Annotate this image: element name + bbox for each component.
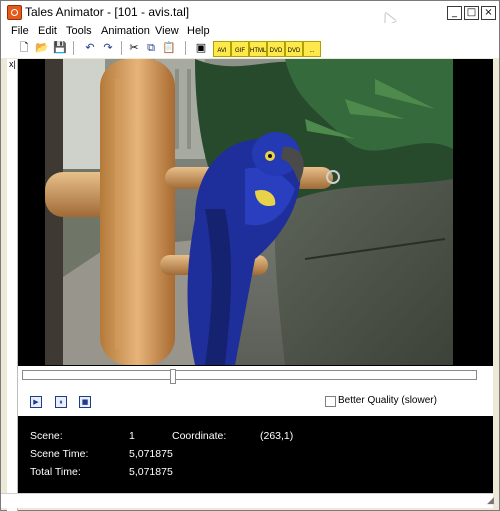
toolbar: 🗋 📂 💾 ↶ ↷ ✂ ⧉ 📋 ▣ AVI GIF HTML DVD DVD .… bbox=[1, 39, 499, 58]
left-panel bbox=[7, 59, 18, 511]
menu-view[interactable]: View bbox=[155, 25, 179, 37]
export-dvd-label: DVD bbox=[269, 48, 283, 54]
redo-icon[interactable]: ↷ bbox=[101, 41, 115, 55]
export-gif-icon[interactable]: GIF bbox=[231, 41, 249, 57]
info-panel: Scene: 1 Coordinate: (263,1) Scene Time:… bbox=[18, 416, 493, 493]
parrot-video-image bbox=[45, 59, 453, 365]
cut-icon[interactable]: ✂ bbox=[127, 41, 141, 55]
pause-button[interactable]: ⏸ bbox=[55, 396, 67, 408]
toolbar-separator bbox=[121, 41, 122, 55]
resize-grip-icon[interactable]: ◢ bbox=[487, 496, 499, 508]
timeline-area bbox=[18, 366, 493, 386]
better-quality-checkbox[interactable] bbox=[325, 396, 336, 407]
export-dvd-icon[interactable]: DVD bbox=[267, 41, 285, 57]
scene-value: 1 bbox=[129, 430, 135, 442]
export-html-label: HTML bbox=[250, 48, 267, 54]
menu-bar: File Edit Tools Animation View Help bbox=[1, 23, 499, 39]
total-time-label: Total Time: bbox=[30, 466, 81, 478]
scene-time-label: Scene Time: bbox=[30, 448, 89, 460]
maximize-button[interactable]: □ bbox=[464, 6, 479, 20]
panel-close-button[interactable]: x| bbox=[9, 59, 16, 69]
export-more-label: ... bbox=[309, 48, 315, 54]
timeline-slider-track[interactable] bbox=[22, 370, 477, 380]
window-title: Tales Animator - [101 - avis.tal] bbox=[25, 5, 190, 19]
menu-edit[interactable]: Edit bbox=[38, 25, 57, 37]
coordinate-label: Coordinate: bbox=[172, 430, 227, 442]
undo-icon[interactable]: ↶ bbox=[83, 41, 97, 55]
minimize-button[interactable]: _ bbox=[447, 6, 462, 20]
horizontal-scrollbar[interactable] bbox=[1, 493, 493, 508]
stop-button[interactable]: ■ bbox=[79, 396, 91, 408]
app-icon[interactable] bbox=[7, 5, 22, 20]
export-html-icon[interactable]: HTML bbox=[249, 41, 267, 57]
better-quality-label: Better Quality (slower) bbox=[338, 395, 437, 406]
scene-time-value: 5,071875 bbox=[129, 448, 173, 460]
total-time-value: 5,071875 bbox=[129, 466, 173, 478]
copy-icon[interactable]: ⧉ bbox=[144, 41, 158, 55]
app-window: Tales Animator - [101 - avis.tal] _ □ × … bbox=[0, 0, 500, 511]
menu-help[interactable]: Help bbox=[187, 25, 210, 37]
menu-file[interactable]: File bbox=[11, 25, 29, 37]
new-file-icon[interactable]: 🗋 bbox=[17, 41, 31, 55]
title-bar[interactable]: Tales Animator - [101 - avis.tal] _ □ × bbox=[1, 1, 499, 26]
paste-icon[interactable]: 📋 bbox=[162, 41, 176, 55]
play-button[interactable]: ▶ bbox=[30, 396, 42, 408]
menu-tools[interactable]: Tools bbox=[66, 25, 92, 37]
coordinate-value: (263,1) bbox=[260, 430, 294, 442]
playback-controls: ▶ ⏸ ■ Better Quality (slower) bbox=[18, 386, 493, 416]
toolbar-separator bbox=[185, 41, 186, 55]
open-folder-icon[interactable]: 📂 bbox=[35, 41, 49, 55]
export-dvd2-label: DVD bbox=[287, 48, 301, 54]
menu-animation[interactable]: Animation bbox=[101, 25, 150, 37]
save-icon[interactable]: 💾 bbox=[53, 41, 67, 55]
export-dvd2-icon[interactable]: DVD bbox=[285, 41, 303, 57]
export-avi-label: AVI bbox=[217, 48, 227, 54]
video-viewport[interactable] bbox=[18, 59, 493, 366]
timeline-slider-thumb[interactable] bbox=[170, 369, 176, 384]
toolbar-separator bbox=[73, 41, 74, 55]
export-gif-label: GIF bbox=[235, 48, 245, 54]
frame-icon[interactable]: ▣ bbox=[194, 41, 208, 55]
close-button[interactable]: × bbox=[481, 6, 496, 20]
export-avi-icon[interactable]: AVI bbox=[213, 41, 231, 57]
export-more-icon[interactable]: ... bbox=[303, 41, 321, 57]
scene-label: Scene: bbox=[30, 430, 63, 442]
video-frame bbox=[45, 59, 453, 365]
